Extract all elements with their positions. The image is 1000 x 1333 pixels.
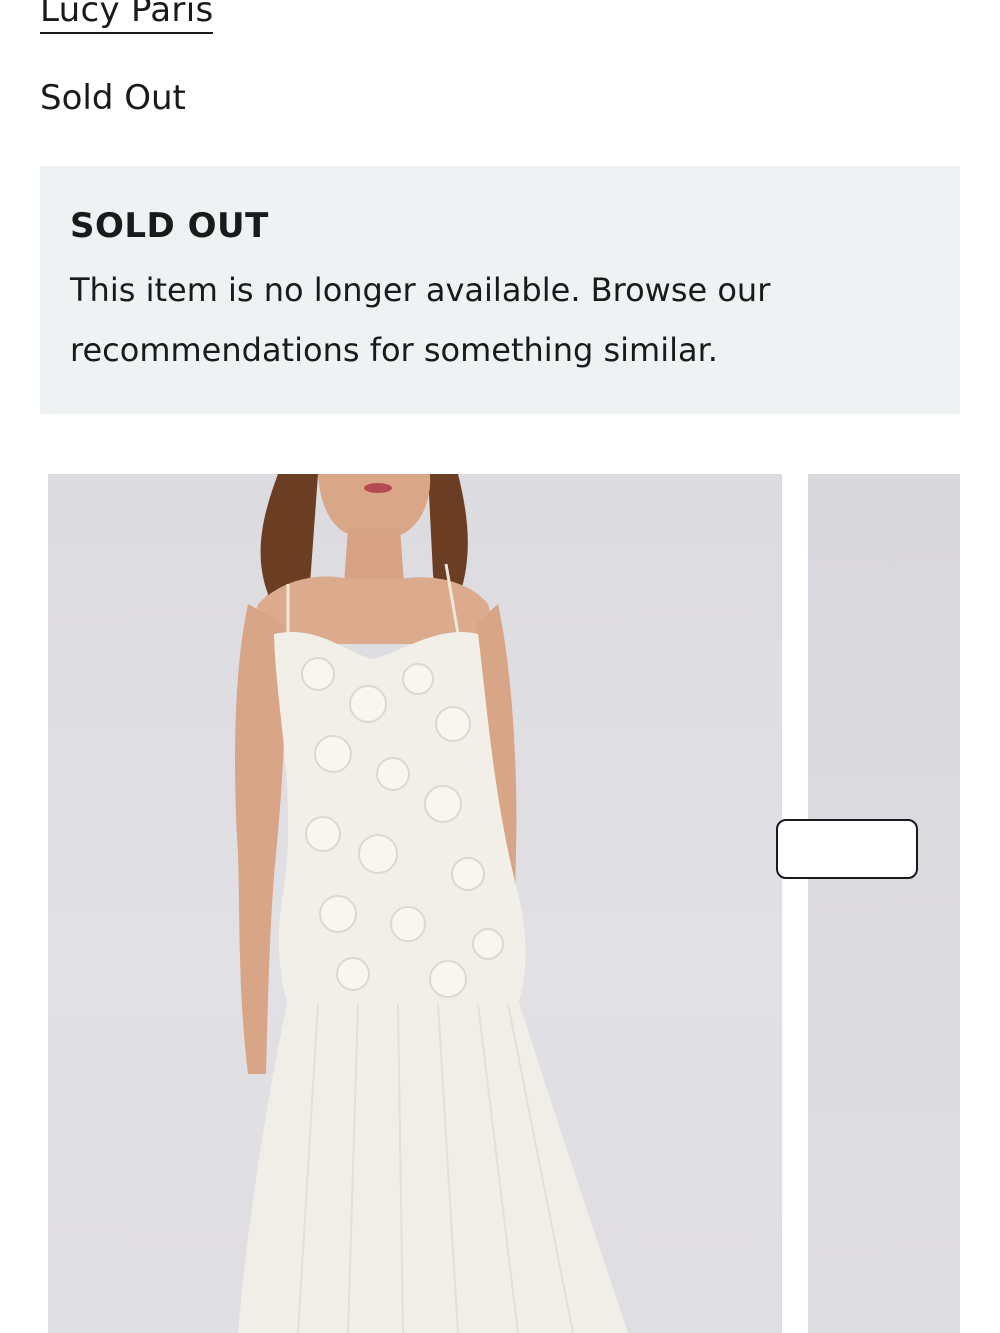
carousel-next-button[interactable] (776, 819, 918, 879)
notice-title: SOLD OUT (70, 206, 269, 246)
product-image-next[interactable] (808, 474, 960, 1333)
product-photo (235, 474, 628, 1333)
product-image-main[interactable] (48, 474, 782, 1333)
price-status: Sold Out (40, 78, 186, 118)
product-image-carousel[interactable] (40, 474, 960, 1333)
brand-link[interactable]: Lucy Paris (40, 0, 214, 34)
notice-message: This item is no longer available. Browse… (70, 271, 771, 369)
product-page: Lucy Paris Sold Out SOLD OUT This item i… (0, 0, 1000, 1333)
sold-out-notice: SOLD OUT This item is no longer availabl… (40, 166, 960, 414)
